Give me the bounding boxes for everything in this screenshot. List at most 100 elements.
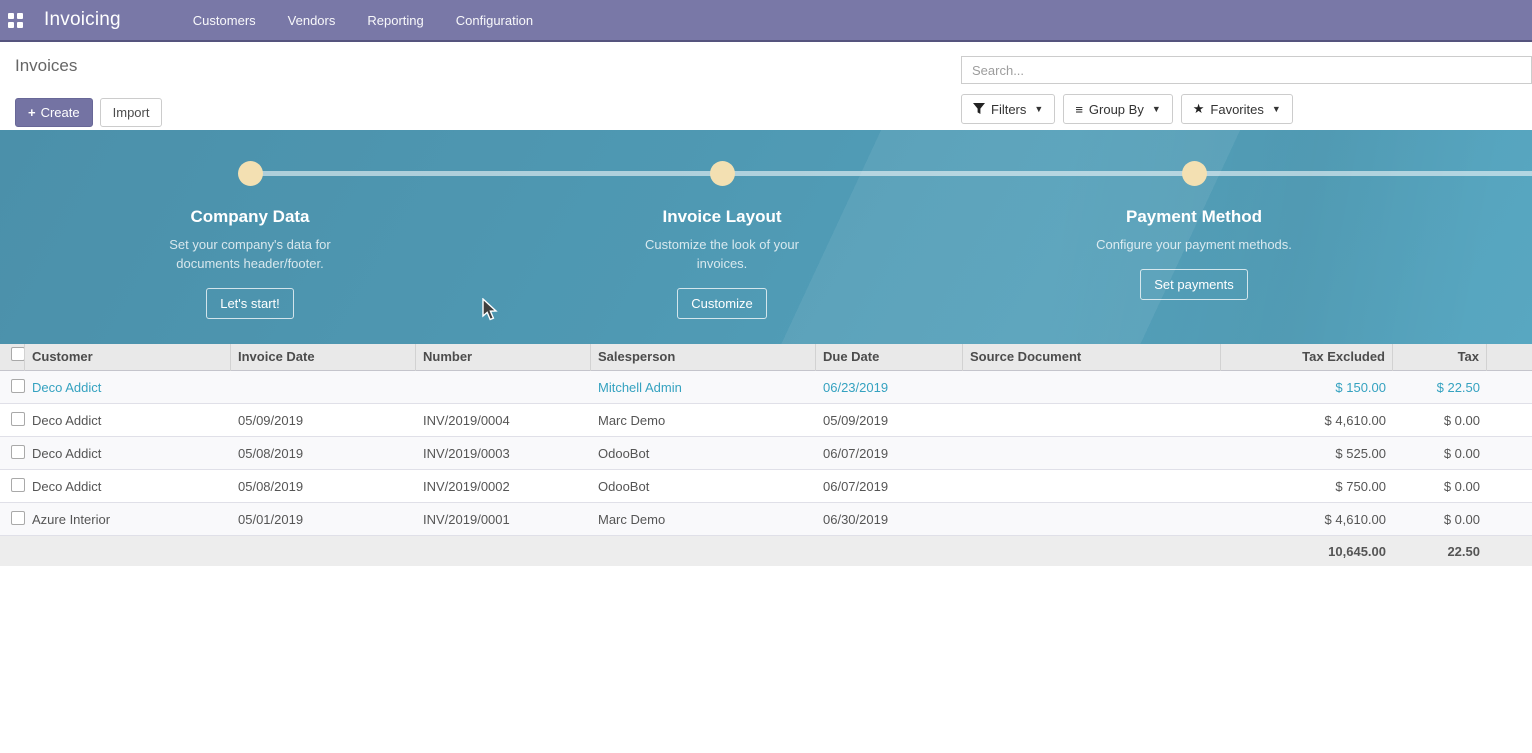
top-navbar: Invoicing Customers Vendors Reporting Co…: [0, 0, 1532, 42]
onboarding-step-invoice-layout: Invoice Layout Customize the look of you…: [572, 130, 872, 319]
step-dot-icon: [710, 161, 735, 186]
table-row[interactable]: Deco Addict Mitchell Admin 06/23/2019 $ …: [0, 371, 1532, 404]
select-all-checkbox[interactable]: [11, 347, 25, 361]
onboarding-step-company-data: Company Data Set your company's data for…: [100, 130, 400, 319]
cell-tax[interactable]: $ 0.00: [1393, 446, 1487, 461]
row-checkbox[interactable]: [11, 511, 25, 525]
cell-number[interactable]: INV/2019/0001: [416, 512, 591, 527]
table-header-row: Customer Invoice Date Number Salesperson…: [0, 344, 1532, 371]
column-header-customer[interactable]: Customer: [25, 344, 231, 371]
cell-customer[interactable]: Azure Interior: [25, 512, 231, 527]
cell-tax-excluded[interactable]: $ 525.00: [1221, 446, 1393, 461]
table-row[interactable]: Azure Interior 05/01/2019 INV/2019/0001 …: [0, 503, 1532, 536]
nav-item-customers[interactable]: Customers: [177, 0, 272, 41]
filters-button[interactable]: Filters ▼: [961, 94, 1055, 124]
cell-number[interactable]: INV/2019/0003: [416, 446, 591, 461]
cell-salesperson[interactable]: OdooBot: [591, 446, 816, 461]
cell-tax[interactable]: $ 0.00: [1393, 512, 1487, 527]
customize-button[interactable]: Customize: [677, 288, 766, 319]
row-checkbox[interactable]: [11, 445, 25, 459]
table-row[interactable]: Deco Addict 05/08/2019 INV/2019/0003 Odo…: [0, 437, 1532, 470]
select-all-cell: [0, 344, 25, 371]
caret-down-icon: ▼: [1272, 104, 1281, 114]
cell-tax[interactable]: $ 0.00: [1393, 413, 1487, 428]
column-header-tax-excluded[interactable]: Tax Excluded: [1221, 344, 1393, 371]
table-row[interactable]: Deco Addict 05/08/2019 INV/2019/0002 Odo…: [0, 470, 1532, 503]
step-title: Invoice Layout: [662, 207, 781, 227]
cell-due-date[interactable]: 06/23/2019: [816, 380, 963, 395]
search-input[interactable]: [961, 56, 1532, 84]
cell-due-date[interactable]: 06/07/2019: [816, 479, 963, 494]
column-header-number[interactable]: Number: [416, 344, 591, 371]
filter-funnel-icon: [973, 103, 985, 115]
column-header-tax[interactable]: Tax: [1393, 344, 1487, 371]
onboarding-banner: Company Data Set your company's data for…: [0, 130, 1532, 344]
cell-customer[interactable]: Deco Addict: [25, 446, 231, 461]
create-button-label: Create: [41, 105, 80, 120]
column-header-due-date[interactable]: Due Date: [816, 344, 963, 371]
apps-menu-icon[interactable]: [0, 0, 30, 41]
group-by-button[interactable]: ≡ Group By ▼: [1063, 94, 1172, 124]
page-title: Invoices: [15, 56, 77, 76]
step-description: Customize the look of your invoices.: [623, 235, 821, 273]
cell-salesperson[interactable]: Marc Demo: [591, 413, 816, 428]
cell-salesperson[interactable]: Marc Demo: [591, 512, 816, 527]
cell-customer[interactable]: Deco Addict: [25, 380, 231, 395]
action-buttons: + Create Import: [15, 98, 162, 127]
nav-item-reporting[interactable]: Reporting: [351, 0, 439, 41]
favorites-button-label: Favorites: [1210, 102, 1263, 117]
column-header-filler: [1487, 344, 1532, 371]
main-menu: Customers Vendors Reporting Configuratio…: [177, 0, 549, 41]
lets-start-button[interactable]: Let's start!: [206, 288, 294, 319]
row-checkbox[interactable]: [11, 379, 25, 393]
cell-salesperson[interactable]: Mitchell Admin: [591, 380, 816, 395]
star-icon: ★: [1193, 101, 1205, 117]
cell-tax-excluded[interactable]: $ 150.00: [1221, 380, 1393, 395]
cell-due-date[interactable]: 05/09/2019: [816, 413, 963, 428]
cell-tax-excluded[interactable]: $ 750.00: [1221, 479, 1393, 494]
caret-down-icon: ▼: [1034, 104, 1043, 114]
invoices-table: Customer Invoice Date Number Salesperson…: [0, 344, 1532, 566]
cell-salesperson[interactable]: OdooBot: [591, 479, 816, 494]
step-dot-icon: [238, 161, 263, 186]
group-by-lines-icon: ≡: [1075, 102, 1083, 117]
cell-tax-excluded[interactable]: $ 4,610.00: [1221, 512, 1393, 527]
step-dot-icon: [1182, 161, 1207, 186]
app-brand[interactable]: Invoicing: [44, 9, 121, 31]
column-header-salesperson[interactable]: Salesperson: [591, 344, 816, 371]
cell-invoice-date[interactable]: 05/08/2019: [231, 446, 416, 461]
nav-item-vendors[interactable]: Vendors: [272, 0, 352, 41]
plus-icon: +: [28, 105, 36, 120]
invoicing-app-screen: Invoicing Customers Vendors Reporting Co…: [0, 0, 1532, 753]
cell-due-date[interactable]: 06/30/2019: [816, 512, 963, 527]
nav-item-configuration[interactable]: Configuration: [440, 0, 549, 41]
create-button[interactable]: + Create: [15, 98, 93, 127]
cell-due-date[interactable]: 06/07/2019: [816, 446, 963, 461]
grid-icon: [8, 13, 23, 28]
row-checkbox[interactable]: [11, 412, 25, 426]
cell-invoice-date[interactable]: 05/09/2019: [231, 413, 416, 428]
column-header-invoice-date[interactable]: Invoice Date: [231, 344, 416, 371]
row-checkbox[interactable]: [11, 478, 25, 492]
set-payments-button[interactable]: Set payments: [1140, 269, 1248, 300]
cell-customer[interactable]: Deco Addict: [25, 479, 231, 494]
caret-down-icon: ▼: [1152, 104, 1161, 114]
cell-number[interactable]: INV/2019/0002: [416, 479, 591, 494]
column-header-source-document[interactable]: Source Document: [963, 344, 1221, 371]
filters-button-label: Filters: [991, 102, 1026, 117]
cell-tax[interactable]: $ 22.50: [1393, 380, 1487, 395]
cell-customer[interactable]: Deco Addict: [25, 413, 231, 428]
import-button[interactable]: Import: [100, 98, 163, 127]
control-panel: Invoices + Create Import Filters ▼ ≡ Gro…: [0, 42, 1532, 130]
footer-tax-excluded-total: 10,645.00: [1221, 544, 1393, 559]
step-description: Set your company's data for documents he…: [151, 235, 349, 273]
favorites-button[interactable]: ★ Favorites ▼: [1181, 94, 1293, 124]
cell-invoice-date[interactable]: 05/08/2019: [231, 479, 416, 494]
table-footer-row: 10,645.00 22.50: [0, 536, 1532, 566]
footer-tax-total: 22.50: [1393, 544, 1487, 559]
cell-tax-excluded[interactable]: $ 4,610.00: [1221, 413, 1393, 428]
table-row[interactable]: Deco Addict 05/09/2019 INV/2019/0004 Mar…: [0, 404, 1532, 437]
cell-tax[interactable]: $ 0.00: [1393, 479, 1487, 494]
cell-number[interactable]: INV/2019/0004: [416, 413, 591, 428]
cell-invoice-date[interactable]: 05/01/2019: [231, 512, 416, 527]
